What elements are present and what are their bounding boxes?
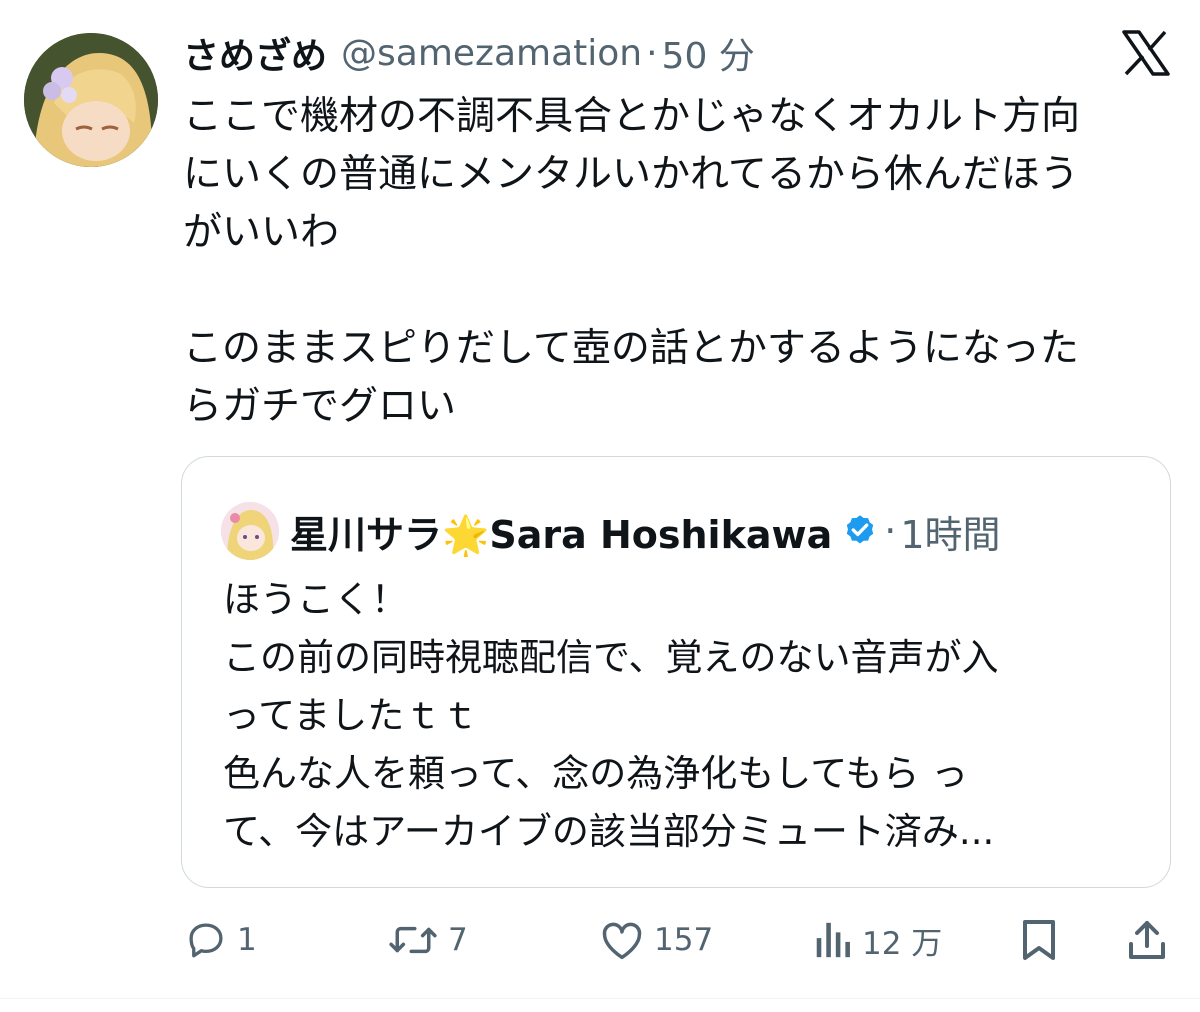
bookmark-icon xyxy=(1023,920,1055,960)
quoted-timestamp: 1時間 xyxy=(900,512,1001,557)
tweet-line: このままスピりだして壺の話とかするようになった xyxy=(183,326,1079,371)
quoted-line: ほうこく！ xyxy=(223,578,408,621)
like-count: 157 xyxy=(654,922,714,958)
retweet-icon xyxy=(389,926,437,954)
tweet-line: ここで機材の不調不具合とかじゃなくオカルト方向 xyxy=(183,94,1081,139)
quoted-avatar xyxy=(221,502,279,560)
share-icon xyxy=(1129,921,1165,959)
quoted-line: て、今はアーカイブの該当部分ミュート済み... xyxy=(223,810,995,853)
quoted-line: ってましたｔｔ xyxy=(223,694,479,737)
tweet-header: さめざめ @samezamation · 50 分 xyxy=(183,28,755,78)
views-button[interactable]: 12 万 xyxy=(812,910,942,970)
retweet-button[interactable]: 7 xyxy=(388,910,468,970)
like-button[interactable]: 157 xyxy=(600,910,713,970)
avatar[interactable] xyxy=(24,33,158,167)
bookmark-button[interactable] xyxy=(1020,910,1058,970)
tweet-paragraph: このままスピりだして壺の話とかするようになった らガチでグロい xyxy=(183,320,1173,436)
quoted-header: 星川サラ🌟Sara Hoshikawa · 1時間 xyxy=(290,501,1001,561)
reply-button[interactable]: 1 xyxy=(185,910,257,970)
view-count: 12 万 xyxy=(862,925,943,962)
quoted-name-ja: 星川サラ xyxy=(290,512,443,557)
retweet-count: 7 xyxy=(448,922,468,958)
x-logo-icon xyxy=(1122,30,1170,76)
star-emoji: 🌟 xyxy=(442,512,490,557)
user-handle[interactable]: @samezamation xyxy=(341,33,642,74)
reply-count: 1 xyxy=(237,922,257,958)
quoted-line: この前の同時視聴配信で、覚えのない音声が入 xyxy=(223,636,999,679)
quoted-display-name[interactable]: 星川サラ🌟Sara Hoshikawa xyxy=(290,504,832,559)
views-chart-icon xyxy=(816,922,850,958)
divider xyxy=(0,998,1200,999)
share-button[interactable] xyxy=(1127,910,1167,970)
tweet-line: がいいわ xyxy=(183,210,340,255)
quoted-text: ほうこく！ この前の同時視聴配信で、覚えのない音声が入 ってましたｔｔ 色んな人… xyxy=(223,571,1133,861)
tweet-line: らガチでグロい xyxy=(183,384,457,429)
quoted-tweet-card[interactable]: 星川サラ🌟Sara Hoshikawa · 1時間 ほうこく！ この前の同時視聴… xyxy=(181,456,1171,888)
action-bar: 1 7 157 12 万 xyxy=(0,910,1200,970)
quoted-line: 色んな人を頼って、念の為浄化もしてもら っ xyxy=(223,752,969,795)
avatar-image xyxy=(24,33,158,167)
separator-dot: · xyxy=(646,32,658,74)
reply-icon xyxy=(189,923,223,958)
tweet-line: にいくの普通にメンタルいかれてるから休んだほう xyxy=(183,152,1079,197)
tweet-paragraph: ここで機材の不調不具合とかじゃなくオカルト方向 にいくの普通にメンタルいかれてる… xyxy=(183,88,1173,262)
timestamp[interactable]: 50 分 xyxy=(662,27,755,79)
tweet-text: ここで機材の不調不具合とかじゃなくオカルト方向 にいくの普通にメンタルいかれてる… xyxy=(183,88,1173,436)
quoted-separator-dot: · xyxy=(884,509,897,553)
verified-badge-icon xyxy=(847,515,874,544)
quoted-name-en: Sara Hoshikawa xyxy=(489,512,833,557)
heart-icon xyxy=(602,922,642,960)
display-name[interactable]: さめざめ xyxy=(183,27,327,79)
